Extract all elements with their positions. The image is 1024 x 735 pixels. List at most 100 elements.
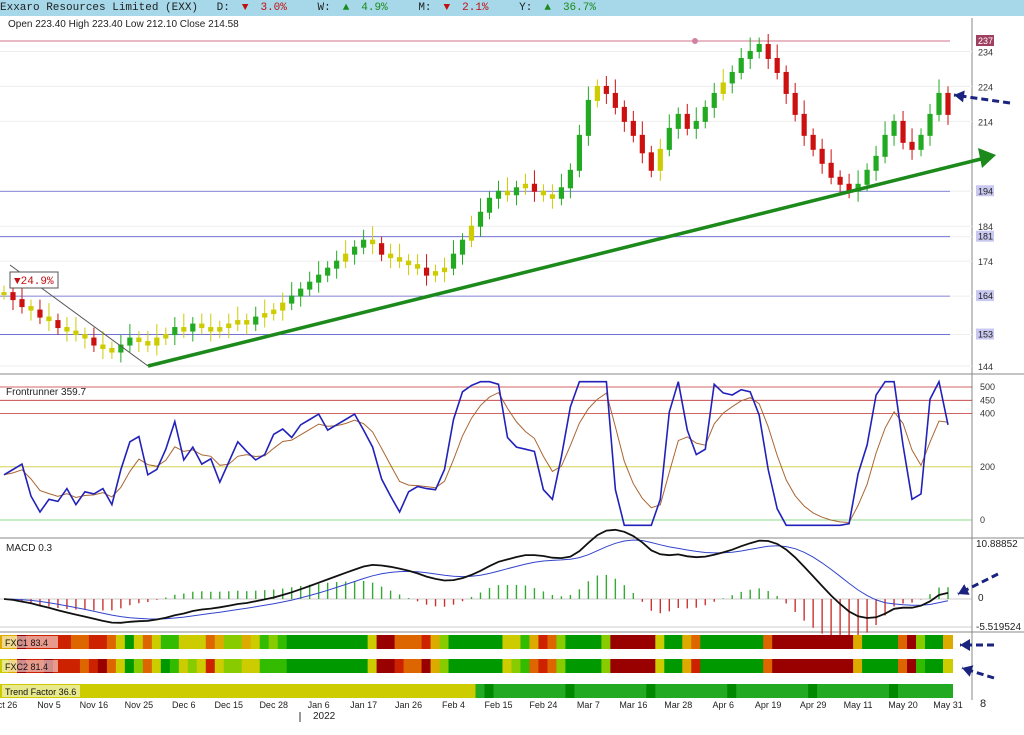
heat-band-cell [502,635,513,649]
candle-body [352,246,358,255]
level-tag-label: 181 [978,232,993,242]
candle-body [504,190,511,196]
heat-band-cell [754,684,765,698]
heat-band-cell [88,635,99,649]
x-tick-label: Feb 15 [484,700,512,710]
heat-band-cell [547,659,558,673]
osc-tick-label: 500 [980,382,995,392]
heat-band-cell [520,635,531,649]
x-tick-label: Jan 17 [350,700,377,710]
candle-body [657,148,663,171]
heat-band-cell [70,659,81,673]
osc-main-line [3,379,949,527]
heat-band-cell [232,635,243,649]
heat-band-cell [862,635,873,649]
heat-band-cell [214,635,225,649]
candle-body [334,260,340,269]
candle-body [343,253,349,262]
candle-body [747,50,753,59]
heat-band-cell [718,684,729,698]
price-tick-label: 234 [978,47,993,57]
heat-band-cell [835,635,846,649]
heat-band-cell [538,635,549,649]
candle-body [585,99,591,136]
heat-band-cell [637,635,648,649]
heat-band-cell [340,635,351,649]
heat-band-cell [826,635,837,649]
heat-band-cell [232,659,243,673]
heat-band-cell [880,684,891,698]
heat-band-cell [826,684,837,698]
heat-band-cell [457,635,468,649]
heat-band-cell [727,635,738,649]
ohlc-readout: Open 223.40 High 223.40 Low 212.10 Close… [8,19,239,30]
candle-body [450,253,457,269]
heat-band-cell [628,659,639,673]
heat-band-cell [943,684,953,698]
heat-band-cell [556,684,567,698]
heat-band-cell [313,659,324,673]
band-label: Trend Factor 36.6 [5,687,76,697]
heat-band-cell [772,684,783,698]
heat-band-cell [322,659,333,673]
heat-band-cell [241,659,252,673]
heat-band-cell [358,635,369,649]
candle-body [172,327,178,336]
heat-band-cell [763,684,774,698]
heat-band-cell [871,659,882,673]
price-tick-label: 214 [978,117,993,127]
heat-band-cell [664,635,675,649]
heat-band-cell [628,684,639,698]
fxc1-arrow-head [960,639,970,651]
heat-band-cell [817,659,828,673]
heat-band-cell [169,635,180,649]
candle-body [459,239,466,255]
candle-body [837,176,843,185]
heat-band-cell [700,659,711,673]
heat-band-cell [88,684,99,698]
candle-body [441,267,448,273]
heat-band-cell [196,635,207,649]
candle-body [891,120,897,136]
heat-band-cell [169,659,180,673]
candle-body [136,337,142,343]
heat-band-cell [376,635,387,649]
heat-band-cell [466,659,477,673]
candle-body [405,260,412,266]
heat-band-cell [124,659,135,673]
heat-band-cell [655,635,666,649]
heat-band-cell [151,684,162,698]
heat-band-cell [790,659,801,673]
heat-band-cell [277,635,288,649]
x-tick-label: Mar 28 [664,700,692,710]
heat-band-cell [889,684,900,698]
heat-band-cell [700,684,711,698]
band-label: FXC1 83.4 [5,638,48,648]
heat-band-cell [97,684,108,698]
heat-band-cell [781,659,792,673]
candle-body [756,43,762,52]
heat-band-cell [430,659,441,673]
candle-body [37,309,43,318]
heat-band-cell [691,659,702,673]
heat-band-cell [745,659,756,673]
candle-body [639,134,645,154]
heat-band-cell [583,684,594,698]
heat-band-cell [196,659,207,673]
candle-body [576,134,582,171]
osc-tick-label: 0 [980,515,985,525]
heat-band-cell [367,635,378,649]
candle-body [316,274,322,283]
candle-body [882,134,888,157]
heat-band-cell [925,684,936,698]
macd-zero-label: 0 [978,593,984,604]
heat-band-cell [331,684,342,698]
heat-band-cell [88,659,99,673]
heat-band-cell [529,635,540,649]
candle-body [828,162,834,178]
heat-band-cell [124,635,135,649]
heat-band-cell [394,635,405,649]
heat-band-cell [817,635,828,649]
heat-band-cell [160,659,171,673]
heat-band-cell [601,635,612,649]
